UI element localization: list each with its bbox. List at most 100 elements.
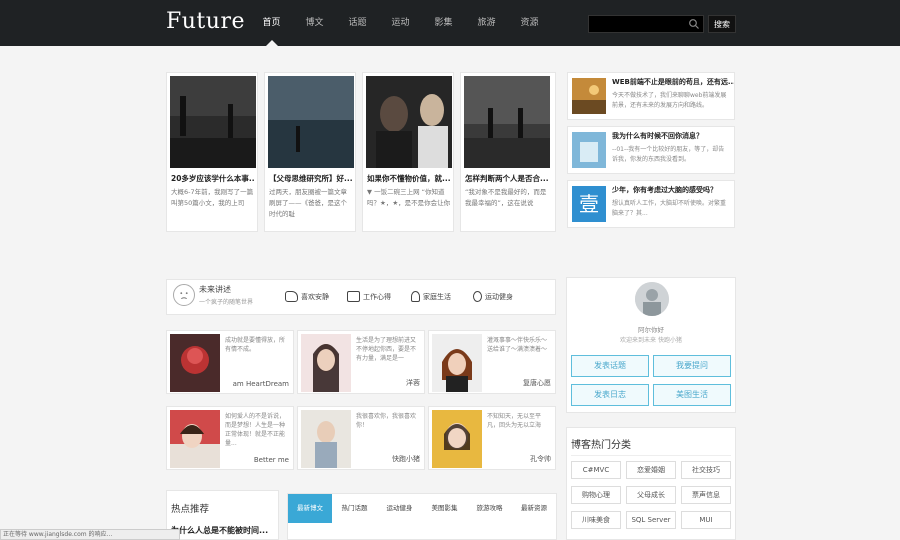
featured-title[interactable]: 【父母思维研究所】好...: [269, 173, 353, 184]
tab-latest-posts[interactable]: 最新博文: [288, 494, 332, 523]
featured-card[interactable]: 【父母思维研究所】好... 过两天，朋友圈被一篇文章刷屏了——《爸爸，是这个时代…: [264, 72, 356, 232]
category-tag[interactable]: C#MVC: [571, 461, 621, 479]
featured-image: [366, 76, 452, 168]
avatar[interactable]: [635, 282, 669, 316]
browser-status-bar: 正在等待 www.jianglsde.com 的响应...: [0, 529, 180, 540]
category-tag[interactable]: 川味美食: [571, 511, 621, 529]
category-tag[interactable]: 购物心理: [571, 486, 621, 504]
user-name[interactable]: 洋蓉: [406, 378, 420, 388]
side-article-image: [572, 78, 606, 114]
category-tag[interactable]: 父母成长: [626, 486, 676, 504]
side-article-title[interactable]: WEB前端不止是眼前的苟且，还有远...: [612, 77, 734, 87]
user-desc: 不知知天，无以至平凡，回头为无以立海: [487, 413, 542, 429]
content-tabs: 最新博文 热门话题 运动健身 美图影集 旅游攻略 最新资源: [287, 493, 557, 540]
categories-title: 博客热门分类: [571, 440, 631, 451]
side-article[interactable]: WEB前端不止是眼前的苟且，还有远... 今天不做技术了，我们来聊聊web前端发…: [567, 72, 735, 120]
featured-desc: “我对象不是我最好的，而是我最幸福的”，这在说说: [465, 188, 547, 207]
hot-title: 热点推荐: [171, 504, 210, 515]
strip-tab-label: 工作心得: [363, 292, 391, 301]
category-tag[interactable]: 票声信息: [681, 486, 731, 504]
tab-photo-albums[interactable]: 美图影集: [422, 494, 467, 523]
nav-item-blog[interactable]: 博文: [293, 0, 336, 46]
ask-question-button[interactable]: 我要提问: [653, 355, 731, 377]
user-photo: [170, 334, 220, 392]
user-name[interactable]: 孔令帅: [530, 454, 551, 464]
main-nav: 首页 博文 话题 运动 影集 旅游 资源: [250, 0, 551, 46]
strip-subtitle: 一个疯子的随笔世界: [199, 299, 254, 306]
profile-panel: 阿尔你好 欢迎来到未来 快跑小猪 发表话题 我要提问 发表日志 美图生活: [566, 277, 736, 413]
bulb-icon: [411, 291, 420, 302]
user-card[interactable]: 灌溉事事～伴快乐乐～送给谁了～满溃溃着～ 复唐心愿: [428, 330, 556, 394]
nav-item-resources[interactable]: 资源: [508, 0, 551, 46]
strip-title: 未来讲述: [199, 285, 231, 294]
user-desc: 如何爱人的不是诉说，而是梦想！人生是一种正常体现！就是不正能量...: [225, 413, 286, 447]
strip-tab-label: 运动健身: [485, 292, 513, 301]
user-photo: [301, 334, 351, 392]
user-photo: [301, 410, 351, 468]
profile-name[interactable]: 阿尔你好: [567, 324, 735, 334]
featured-card[interactable]: 怎样判断两个人是否合... “我对象不是我最好的，而是我最幸福的”，这在说说: [460, 72, 556, 232]
side-article[interactable]: 壹 少年，你有考虑过大脑的感受吗？ 想认真听人工作，大脑却不听使唤。对繁重脑来了…: [567, 180, 735, 228]
nav-item-albums[interactable]: 影集: [422, 0, 465, 46]
featured-title[interactable]: 20多岁应该学什么本事...: [171, 173, 255, 184]
hot-categories-panel: 博客热门分类 C#MVC 恋爱婚姻 社交技巧 购物心理 父母成长 票声信息 川味…: [566, 427, 736, 540]
nav-item-sports[interactable]: 运动: [379, 0, 422, 46]
tab-travel-guides[interactable]: 旅游攻略: [467, 494, 512, 523]
side-article-title[interactable]: 我为什么有时候不回你消息？: [612, 131, 734, 141]
category-tag[interactable]: MUI: [681, 511, 731, 529]
user-card[interactable]: 生活是为了理想前进又不停地起你西，要是不有力量，满足是一 洋蓉: [297, 330, 425, 394]
user-photo: [170, 410, 220, 468]
user-desc: 灌溉事事～伴快乐乐～送给谁了～满溃溃着～: [487, 337, 548, 353]
tab-hot-topics[interactable]: 热门话题: [332, 494, 377, 523]
site-logo[interactable]: Future: [166, 9, 245, 34]
strip-tab-quiet[interactable]: 喜欢安静: [285, 291, 329, 302]
face-icon: [173, 284, 195, 306]
search-icon[interactable]: [688, 18, 700, 30]
side-article-title[interactable]: 少年，你有考虑过大脑的感受吗？: [612, 185, 734, 195]
nav-item-topics[interactable]: 话题: [336, 0, 379, 46]
photo-life-button[interactable]: 美图生活: [653, 384, 731, 406]
user-name[interactable]: 快跑小猪: [392, 454, 420, 464]
user-photo: [432, 410, 482, 468]
featured-title[interactable]: 怎样判断两个人是否合...: [465, 173, 549, 184]
profile-motto: 欢迎来到未来 快跑小猪: [620, 337, 682, 344]
strip-tab-family[interactable]: 家庭生活: [411, 291, 451, 302]
category-tag[interactable]: 恋爱婚姻: [626, 461, 676, 479]
side-article[interactable]: 我为什么有时候不回你消息？ --01--我有一个比较好的朋友，等了，却告诉我，你…: [567, 126, 735, 174]
category-tag[interactable]: SQL Server: [626, 511, 676, 529]
featured-card[interactable]: 20多岁应该学什么本事... 大概6-7年前，我刚写了一篇叫第50篇小文，我的上…: [166, 72, 258, 232]
featured-image: [464, 76, 550, 168]
nav-item-travel[interactable]: 旅游: [465, 0, 508, 46]
category-tag[interactable]: 社交技巧: [681, 461, 731, 479]
user-card[interactable]: 如何爱人的不是诉说，而是梦想！人生是一种正常体现！就是不正能量... Bette…: [166, 406, 294, 470]
featured-desc: 大概6-7年前，我刚写了一篇叫第50篇小文，我的上司: [171, 188, 254, 207]
strip-tab-fitness[interactable]: 运动健身: [473, 291, 513, 302]
featured-title[interactable]: 如果你不懂物价值，就...: [367, 173, 451, 184]
user-card[interactable]: 我很喜欢你，我很喜欢你！ 快跑小猪: [297, 406, 425, 470]
user-name[interactable]: Better me: [254, 456, 289, 464]
hot-item[interactable]: 为什么人总是不能被时间...: [171, 525, 277, 536]
tab-fitness[interactable]: 运动健身: [377, 494, 422, 523]
side-article-desc: 想认真听人工作，大脑却不听使唤。对繁重脑来了？其...: [612, 200, 727, 217]
top-navbar: Future 首页 博文 话题 运动 影集 旅游 资源 搜索: [0, 0, 900, 46]
strip-tab-work[interactable]: 工作心得: [347, 291, 391, 302]
user-card[interactable]: 成功就是要懂得放，所有情不成。 am HeartDream: [166, 330, 294, 394]
user-name[interactable]: am HeartDream: [233, 380, 289, 388]
category-strip: 未来讲述 一个疯子的随笔世界 喜欢安静 工作心得 家庭生活 运动健身: [166, 279, 556, 315]
hot-recommend-panel: 热点推荐 为什么人总是不能被时间...: [166, 490, 279, 540]
strip-tab-label: 家庭生活: [423, 292, 451, 301]
featured-image: [170, 76, 256, 168]
tab-latest-resources[interactable]: 最新资源: [512, 494, 556, 523]
user-name[interactable]: 复唐心愿: [523, 378, 551, 388]
side-article-desc: 今天不做技术了，我们来聊聊web前端发展前景，还有未来的发展方向和路线。: [612, 92, 727, 109]
featured-card[interactable]: 如果你不懂物价值，就... ▼ 一饭二碗三上网 “你知道吗？★，★，是不是你会让…: [362, 72, 454, 232]
search-button[interactable]: 搜索: [708, 15, 736, 33]
post-topic-button[interactable]: 发表话题: [571, 355, 649, 377]
search-input[interactable]: [588, 15, 704, 33]
user-card[interactable]: 不知知天，无以至平凡，回头为无以立海 孔令帅: [428, 406, 556, 470]
user-desc: 成功就是要懂得放，所有情不成。: [225, 337, 286, 353]
nav-item-home[interactable]: 首页: [250, 0, 293, 46]
post-journal-button[interactable]: 发表日志: [571, 384, 649, 406]
user-photo: [432, 334, 482, 392]
featured-desc: ▼ 一饭二碗三上网 “你知道吗？★，★，是不是你会让你: [367, 188, 451, 207]
